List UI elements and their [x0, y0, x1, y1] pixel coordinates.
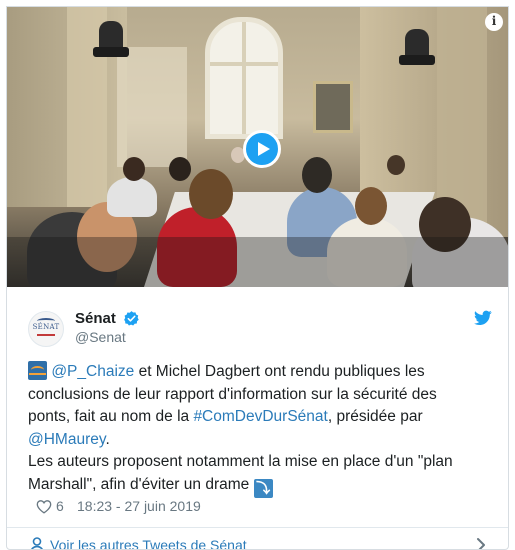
info-icon[interactable]: i [485, 13, 503, 31]
twitter-bird-icon[interactable] [474, 310, 492, 326]
tweet-line: Les auteurs proposent notamment la mise … [28, 453, 453, 471]
camera-right [399, 29, 435, 65]
author-display-name[interactable]: Sénat [75, 310, 116, 327]
bridge-at-night-emoji [28, 361, 47, 380]
mention-hmaurey[interactable]: @HMaurey [28, 431, 105, 448]
tweet-line: @P_Chaize et Michel Dagbert ont rendu pu… [28, 361, 498, 384]
see-more-tweets-link[interactable]: Voir les autres Tweets de Sénat [50, 537, 247, 549]
arrow-down-emoji: ⤵ [253, 478, 273, 498]
tweet-footer[interactable]: Voir les autres Tweets de Sénat [7, 527, 508, 550]
avatar[interactable]: SÉNAT [28, 311, 64, 347]
author-handle[interactable]: @Senat [75, 329, 126, 345]
hashtag-comdevdursenat[interactable]: #ComDevDurSénat [193, 408, 327, 425]
tweet-line: conclusions de leur rapport d'informatio… [28, 385, 437, 403]
camera-left [93, 21, 129, 57]
tweet-card: i SÉNAT Sénat @Senat @P_Chaize et Michel… [6, 6, 509, 550]
tweet-line: Marshall", afin d'éviter un drame ⤵ [28, 474, 498, 498]
play-button[interactable] [243, 130, 281, 168]
play-icon [258, 142, 270, 156]
video-preview[interactable]: i [7, 7, 508, 287]
chevron-right-icon[interactable] [476, 537, 486, 550]
heart-icon[interactable] [36, 499, 52, 514]
tweet-line: @HMaurey. [28, 430, 110, 448]
wall-painting [313, 81, 353, 133]
mention-p-chaize[interactable]: @P_Chaize [51, 363, 134, 380]
like-count[interactable]: 6 [56, 498, 64, 514]
verified-badge-icon [124, 311, 139, 326]
profile-icon [31, 537, 43, 549]
tweet-text: @P_Chaize et Michel Dagbert ont rendu pu… [28, 361, 498, 498]
arched-window [205, 17, 283, 139]
tweet-line: ponts, fait au nom de la #ComDevDurSénat… [28, 408, 423, 426]
tweet-timestamp[interactable]: 18:23 - 27 juin 2019 [77, 498, 201, 514]
